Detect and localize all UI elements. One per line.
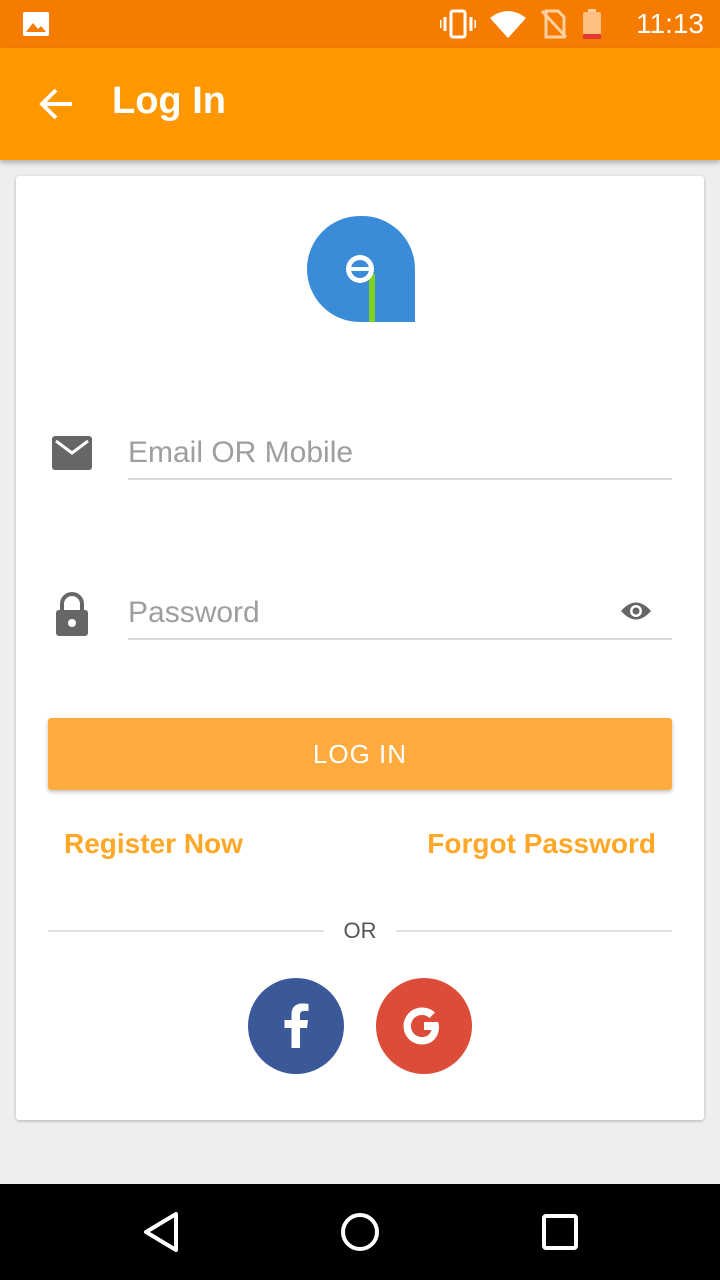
back-triangle-icon[interactable] [138, 1208, 186, 1256]
no-sim-icon [540, 9, 568, 39]
home-circle-icon[interactable] [336, 1208, 384, 1256]
back-arrow-icon[interactable] [34, 82, 78, 126]
google-icon [403, 1007, 439, 1045]
system-icons [440, 9, 602, 39]
divider-left [48, 930, 324, 932]
email-icon [52, 436, 92, 470]
lock-icon [56, 592, 88, 636]
login-card: LOG IN Register Now Forgot Password OR [16, 176, 704, 1120]
status-bar: 11:13 [0, 0, 720, 48]
google-login-button[interactable] [376, 978, 472, 1074]
navigation-bar [0, 1184, 720, 1280]
battery-low-icon [583, 9, 601, 39]
eye-icon[interactable] [620, 600, 652, 622]
email-field[interactable] [128, 430, 672, 480]
register-now-link[interactable]: Register Now [64, 828, 243, 860]
clock: 11:13 [636, 8, 704, 39]
facebook-login-button[interactable] [248, 978, 344, 1074]
password-input[interactable] [128, 590, 672, 636]
wifi-icon [490, 11, 526, 38]
app-logo [307, 215, 415, 322]
page-title: Log In [112, 80, 226, 122]
facebook-icon [284, 1003, 309, 1048]
password-field[interactable] [128, 590, 672, 640]
gallery-icon [23, 12, 49, 36]
vibrate-icon [440, 9, 476, 39]
login-button[interactable]: LOG IN [48, 718, 672, 790]
email-input[interactable] [128, 430, 672, 476]
divider-right [396, 930, 672, 932]
app-bar: Log In [0, 48, 720, 160]
forgot-password-link[interactable]: Forgot Password [427, 828, 656, 860]
or-separator: OR [343, 918, 377, 943]
recents-square-icon[interactable] [536, 1208, 584, 1256]
